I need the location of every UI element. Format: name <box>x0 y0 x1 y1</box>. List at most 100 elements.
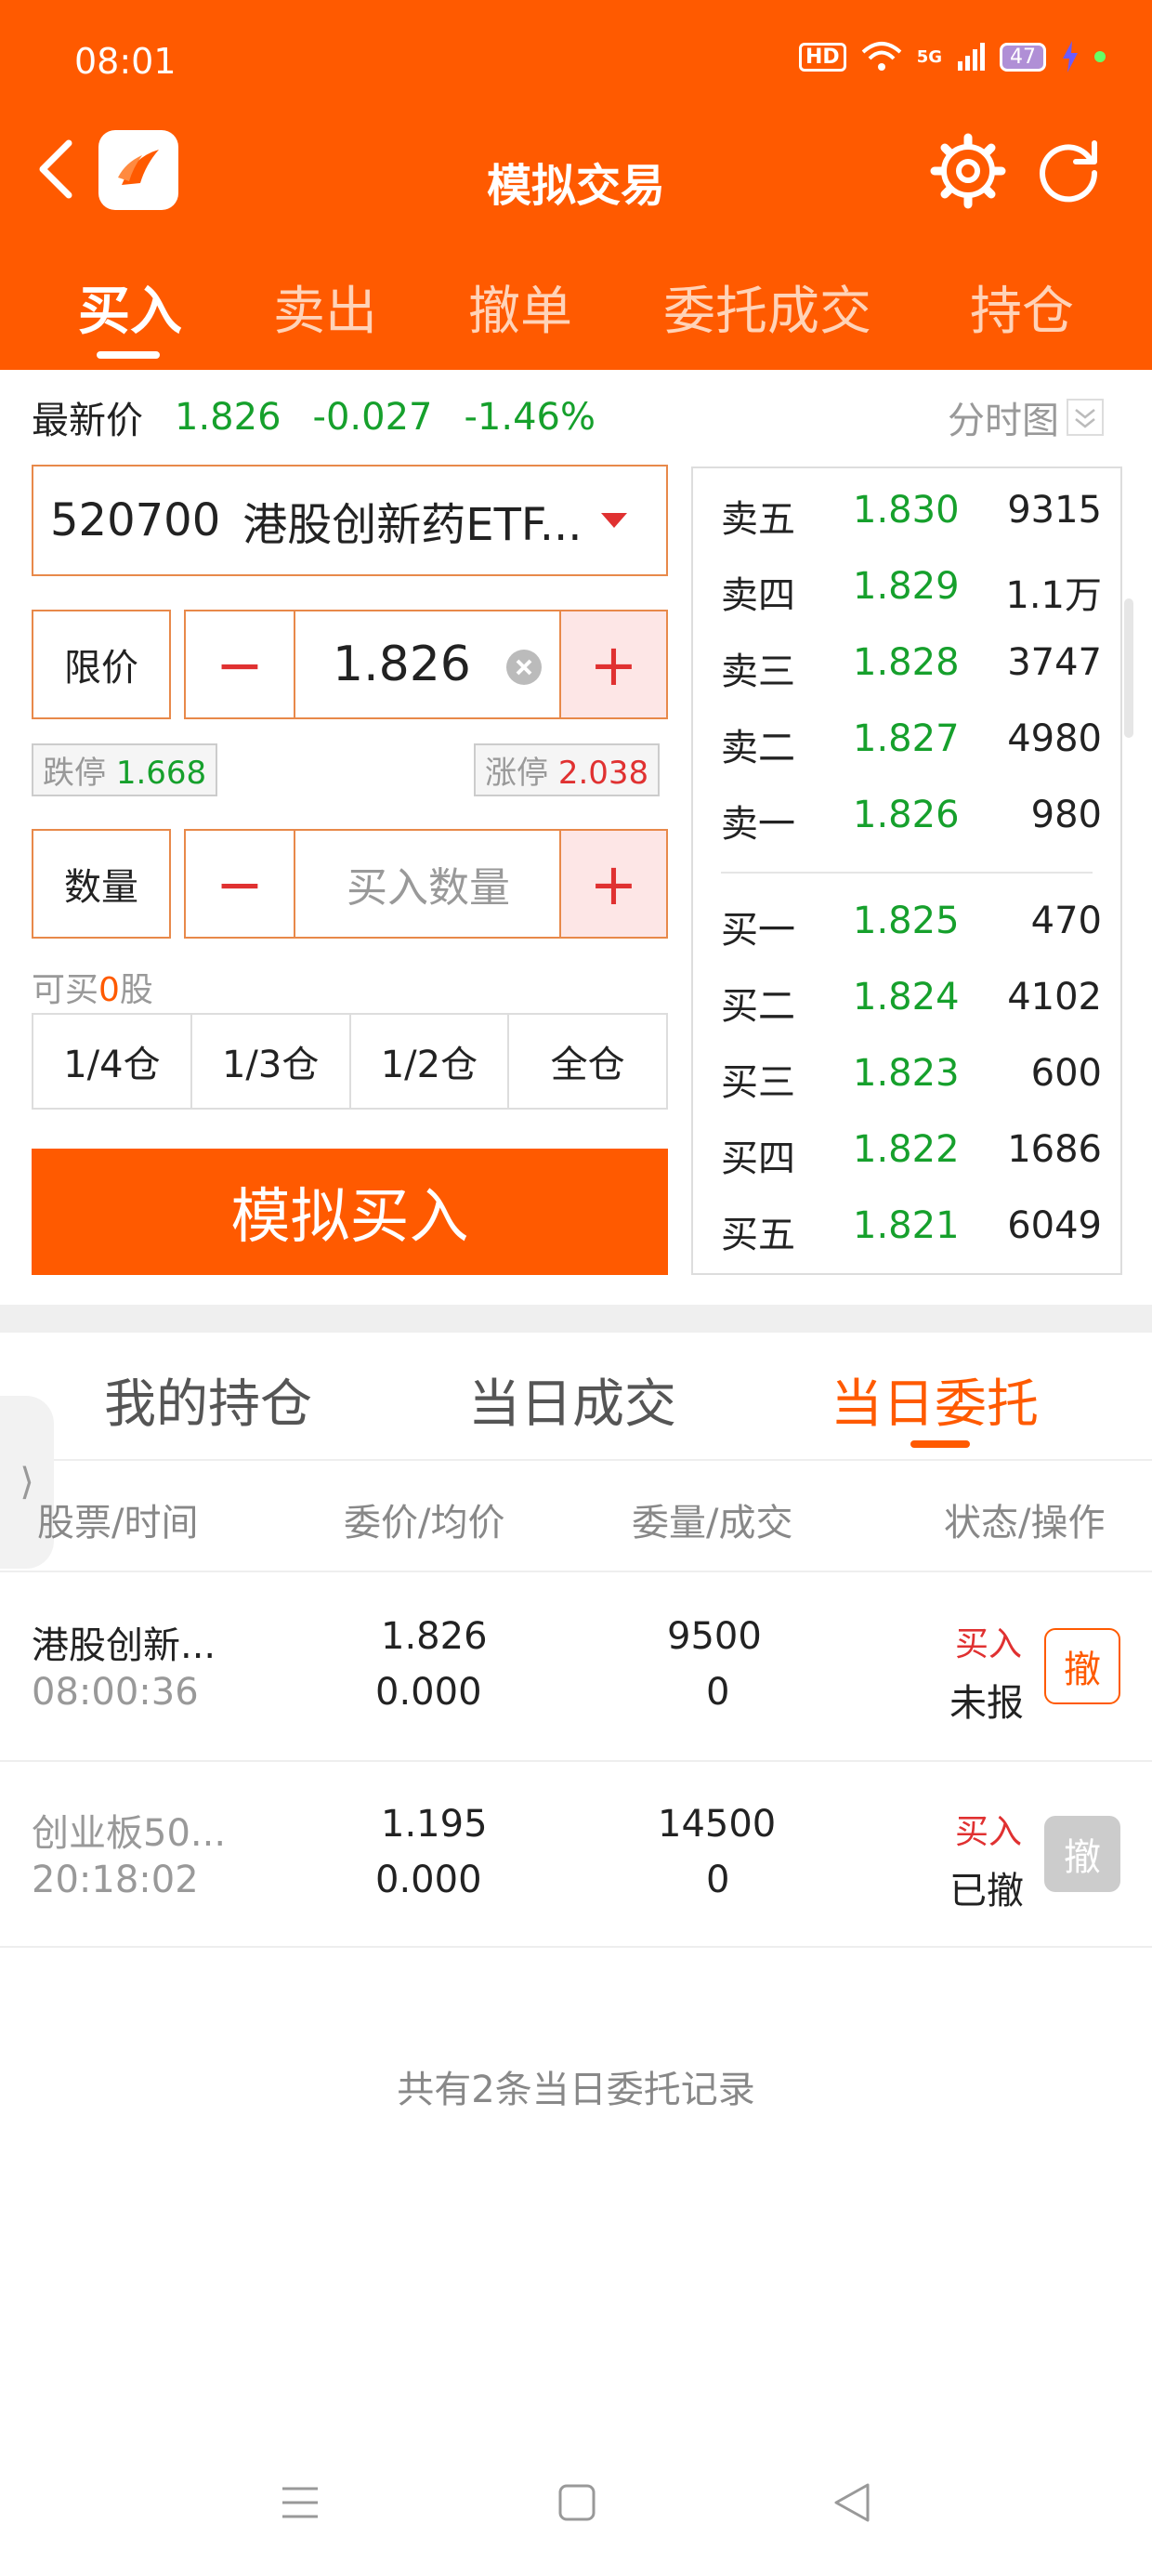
ask-label: 卖四 <box>721 574 795 617</box>
dropdown-arrow-icon <box>601 513 627 528</box>
row1-side: 买入 <box>955 1625 1023 1663</box>
bid-label: 买二 <box>721 985 795 1028</box>
row2-time: 20:18:02 <box>32 1859 199 1901</box>
row1-price: 1.826 <box>381 1615 488 1658</box>
bid-row: 买三 1.823 600 <box>721 1052 1102 1108</box>
tab-sell[interactable]: 卖出 <box>273 269 377 345</box>
tab-holdings[interactable]: 持仓 <box>970 269 1074 345</box>
ask-price: 1.827 <box>853 717 960 760</box>
price-plus-button[interactable]: + <box>559 610 668 719</box>
ask-price: 1.830 <box>853 489 960 532</box>
gear-icon[interactable] <box>929 132 1007 210</box>
bid-price: 1.821 <box>853 1204 960 1247</box>
bid-price: 1.825 <box>853 900 960 942</box>
bid-label: 买四 <box>721 1137 795 1180</box>
row1-filled: 0 <box>706 1671 730 1714</box>
row1-qty: 9500 <box>667 1615 762 1658</box>
back-nav-icon[interactable] <box>831 2481 873 2524</box>
wifi-icon <box>861 42 902 71</box>
ask-row: 卖三 1.828 3747 <box>721 641 1102 697</box>
ask-volume: 4980 <box>1007 717 1102 760</box>
limit-down-value: 1.668 <box>115 755 207 792</box>
clear-icon[interactable] <box>505 649 543 686</box>
quarter-position-button[interactable]: 1/4仓 <box>33 1015 192 1108</box>
chart-link-label: 分时图 <box>948 400 1059 442</box>
bid-label: 买三 <box>721 1061 795 1104</box>
ask-price: 1.828 <box>853 641 960 684</box>
divider <box>0 1946 1152 1948</box>
bid-price: 1.824 <box>853 976 960 1019</box>
ask-volume: 980 <box>1030 794 1102 836</box>
row2-filled: 0 <box>706 1859 730 1901</box>
status-icons: HD 5G 47 <box>799 41 1106 72</box>
available-pre: 可买 <box>32 971 99 1009</box>
col-header-status: 状态/操作 <box>944 1502 1106 1544</box>
simulate-buy-button[interactable]: 模拟买入 <box>32 1149 668 1275</box>
bid-volume: 470 <box>1030 900 1102 942</box>
limit-up-label: 涨停 <box>485 755 548 792</box>
bid-volume: 6049 <box>1007 1204 1102 1247</box>
qty-plus-button[interactable]: + <box>559 829 668 939</box>
price-change: -0.027 <box>312 396 433 439</box>
col-header-stock: 股票/时间 <box>37 1502 199 1544</box>
price-change-pct: -1.46% <box>464 396 596 439</box>
tab-today-trades[interactable]: 当日成交 <box>468 1362 676 1438</box>
divider <box>0 1760 1152 1762</box>
price-input[interactable]: 1.826 <box>294 610 563 719</box>
cancel-order-button-disabled: 撤 <box>1044 1816 1120 1892</box>
records-summary: 共有2条当日委托记录 <box>397 2069 755 2111</box>
bid-row: 买四 1.822 1686 <box>721 1128 1102 1184</box>
bid-price: 1.822 <box>853 1128 960 1171</box>
ask-row: 卖一 1.826 980 <box>721 794 1102 849</box>
position-buttons: 1/4仓 1/3仓 1/2仓 全仓 <box>32 1013 668 1110</box>
half-position-button[interactable]: 1/2仓 <box>351 1015 510 1108</box>
tab-buy[interactable]: 买入 <box>78 269 182 345</box>
third-position-button[interactable]: 1/3仓 <box>192 1015 351 1108</box>
bid-label: 买一 <box>721 909 795 952</box>
ask-volume: 3747 <box>1007 641 1102 684</box>
quantity-input[interactable]: 买入数量 <box>294 829 563 939</box>
limit-up-value: 2.038 <box>557 755 649 792</box>
record-tabs: 我的持仓 当日成交 当日委托 <box>0 1334 1152 1455</box>
bid-row: 买二 1.824 4102 <box>721 976 1102 1032</box>
row2-price: 1.195 <box>381 1803 488 1846</box>
order-book: 卖五 1.830 9315 卖四 1.829 1.1万 卖三 1.828 3747 卖二 1.… <box>691 467 1133 1275</box>
price-minus-button[interactable]: − <box>184 610 295 719</box>
tab-my-holdings[interactable]: 我的持仓 <box>104 1362 312 1438</box>
order-type-select[interactable]: 限价 <box>32 610 171 719</box>
battery-icon: 47 <box>1000 42 1046 72</box>
available-value: 0 <box>98 971 120 1009</box>
ask-label: 卖五 <box>721 498 795 541</box>
row2-qty: 14500 <box>658 1803 777 1846</box>
bid-row: 买五 1.821 6049 <box>721 1204 1102 1260</box>
scrollbar[interactable] <box>1124 598 1133 738</box>
tab-orders[interactable]: 委托成交 <box>663 269 871 345</box>
home-icon[interactable] <box>556 2481 598 2524</box>
bid-price: 1.823 <box>853 1052 960 1095</box>
ask-volume: 1.1万 <box>1005 574 1102 617</box>
row2-status: 已撤 <box>949 1870 1024 1912</box>
menu-icon[interactable] <box>279 2481 321 2524</box>
bid-row: 买一 1.825 470 <box>721 900 1102 955</box>
cancel-order-button[interactable]: 撤 <box>1044 1628 1120 1704</box>
limit-up-badge: 涨停 2.038 <box>474 743 661 796</box>
bid-volume: 600 <box>1030 1052 1102 1095</box>
stock-name: 港股创新药ETF... <box>242 499 583 551</box>
refresh-icon[interactable] <box>1029 132 1107 210</box>
stock-selector[interactable]: 520700 港股创新药ETF... <box>32 465 668 576</box>
full-position-button[interactable]: 全仓 <box>509 1015 666 1108</box>
ask-price: 1.826 <box>853 794 960 836</box>
row1-time: 08:00:36 <box>32 1671 199 1714</box>
ask-label: 卖三 <box>721 651 795 693</box>
available-qty: 可买0股 <box>32 963 153 1011</box>
status-time: 08:01 <box>74 41 177 82</box>
tab-cancel[interactable]: 撤单 <box>468 269 572 345</box>
limit-down-label: 跌停 <box>43 755 106 792</box>
chart-link[interactable]: 分时图 <box>948 390 1104 444</box>
quantity-placeholder: 买入数量 <box>347 864 510 912</box>
ask-volume: 9315 <box>1007 489 1102 532</box>
tab-today-orders[interactable]: 当日委托 <box>831 1362 1039 1438</box>
row2-side: 买入 <box>955 1813 1023 1851</box>
row1-avg: 0.000 <box>375 1671 482 1714</box>
qty-minus-button[interactable]: − <box>184 829 295 939</box>
